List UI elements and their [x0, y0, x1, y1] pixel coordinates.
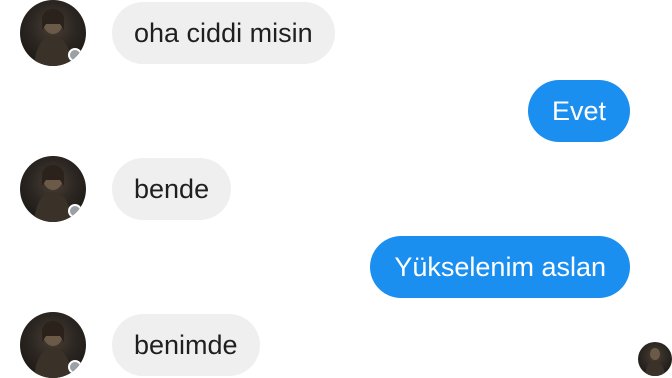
message-text: oha ciddi misin [134, 18, 313, 48]
person-silhouette-icon [645, 348, 665, 376]
seen-avatar-icon [638, 342, 672, 376]
message-text: Yükselenim aslan [394, 252, 606, 282]
messenger-badge-icon [68, 48, 82, 62]
contact-avatar[interactable] [20, 0, 86, 66]
contact-avatar[interactable] [20, 156, 86, 222]
contact-avatar[interactable] [20, 312, 86, 378]
chat-thread: oha ciddi misin Evet bende Yükselenim as… [0, 0, 672, 378]
messenger-badge-icon [68, 204, 82, 218]
message-bubble-incoming[interactable]: bende [112, 158, 232, 220]
message-text: Evet [551, 96, 606, 126]
message-text: benimde [134, 330, 238, 360]
message-bubble-incoming[interactable]: benimde [112, 314, 260, 376]
messenger-badge-icon [68, 360, 82, 374]
message-bubble-outgoing[interactable]: Evet [527, 80, 630, 142]
message-text: bende [134, 174, 210, 204]
message-bubble-outgoing[interactable]: Yükselenim aslan [370, 236, 630, 298]
message-bubble-incoming[interactable]: oha ciddi misin [112, 2, 335, 64]
